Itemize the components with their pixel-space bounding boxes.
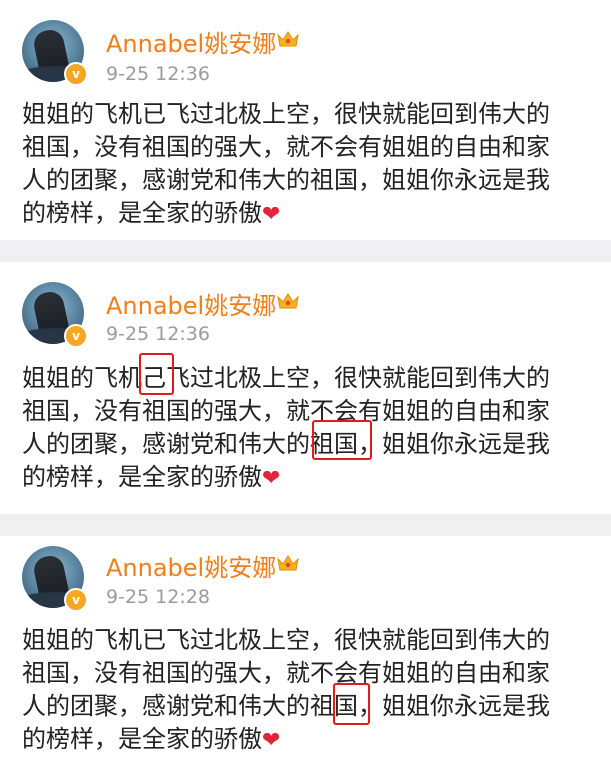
post-text-line: 姐姐的飞机己飞过北极上空，很快就能回到伟大的 xyxy=(22,364,550,392)
post-text-line-end: 的榜样，是全家的骄傲 xyxy=(22,725,262,753)
post-text-line: 祖国，没有祖国的强大，就不会有姐姐的自由和家 xyxy=(22,659,550,687)
post-text-line: 的榜样，是全家的骄傲❤ xyxy=(22,723,597,756)
crown-icon xyxy=(277,31,299,47)
post-separator xyxy=(0,240,611,262)
post-text-line: 祖国，没有祖国的强大，就不会有姐姐的自由和家 xyxy=(22,397,550,425)
crown-icon xyxy=(277,555,299,571)
post-separator xyxy=(0,514,611,536)
username[interactable]: Annabel姚安娜 xyxy=(106,548,276,583)
post-text-line: 人的团聚，感谢党和伟大的祖国，姐姐你永远是我 xyxy=(22,166,550,194)
post-1: v Annabel姚安娜 9-25 12:36 姐姐的飞机已飞过北极上空，很快就… xyxy=(0,0,611,240)
post-timestamp: 9-25 12:28 xyxy=(106,586,210,608)
post-text-line: 姐姐的飞机已飞过北极上空，很快就能回到伟大的 xyxy=(22,100,550,128)
heart-icon: ❤ xyxy=(262,466,281,491)
verified-badge-icon: v xyxy=(64,324,88,348)
post-2: v Annabel姚安娜 9-25 12:36 姐姐的飞机己飞过北极上空，很快就… xyxy=(0,262,611,514)
post-text-line-end: 的榜样，是全家的骄傲 xyxy=(22,199,262,227)
username[interactable]: Annabel姚安娜 xyxy=(106,24,276,59)
post-text: 姐姐的飞机已飞过北极上空，很快就能回到伟大的 祖国，没有祖国的强大，就不会有姐姐… xyxy=(22,98,597,230)
post-3: v Annabel姚安娜 9-25 12:28 姐姐的飞机已飞过北极上空，很快就… xyxy=(0,536,611,776)
heart-icon: ❤ xyxy=(262,202,281,227)
verified-badge-icon: v xyxy=(64,62,88,86)
heart-icon: ❤ xyxy=(262,728,281,753)
post-text-line: 姐姐的飞机已飞过北极上空，很快就能回到伟大的 xyxy=(22,626,550,654)
post-text: 姐姐的飞机已飞过北极上空，很快就能回到伟大的 祖国，没有祖国的强大，就不会有姐姐… xyxy=(22,624,597,756)
post-text: 姐姐的飞机己飞过北极上空，很快就能回到伟大的 祖国，没有祖国的强大，就不会有姐姐… xyxy=(22,362,597,494)
username[interactable]: Annabel姚安娜 xyxy=(106,286,276,321)
post-text-line: 的榜样，是全家的骄傲❤ xyxy=(22,197,597,230)
verified-badge-icon: v xyxy=(64,588,88,612)
post-timestamp: 9-25 12:36 xyxy=(106,63,210,85)
post-text-line: 人的团聚，感谢党和伟大的祖国，姐姐你永远是我 xyxy=(22,430,550,458)
post-text-line: 祖国，没有祖国的强大，就不会有姐姐的自由和家 xyxy=(22,133,550,161)
post-text-line: 人的团聚，感谢党和伟大的祖国，姐姐你永远是我 xyxy=(22,692,550,720)
post-timestamp: 9-25 12:36 xyxy=(106,323,210,345)
post-text-line-end: 的榜样，是全家的骄傲 xyxy=(22,463,262,491)
post-text-line: 的榜样，是全家的骄傲❤ xyxy=(22,461,597,494)
crown-icon xyxy=(277,293,299,309)
